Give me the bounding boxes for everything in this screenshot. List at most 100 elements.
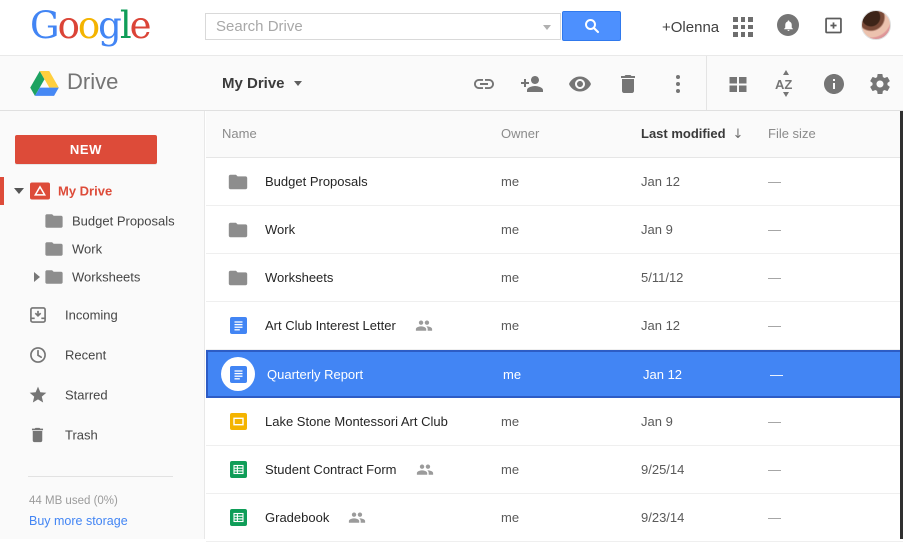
sidebar-item-trash[interactable]: Trash — [0, 421, 205, 449]
buy-more-storage-link[interactable]: Buy more storage — [29, 514, 128, 528]
chevron-down-icon — [294, 81, 302, 86]
size-cell: — — [768, 302, 781, 349]
owner-cell: me — [501, 158, 519, 205]
drive-toolbar: Drive My Drive AZ — [0, 56, 903, 111]
account-name[interactable]: +Olenna — [662, 0, 719, 55]
shared-people-icon — [348, 511, 366, 525]
file-name: Art Club Interest Letter — [265, 318, 396, 333]
sort-descending-icon: ↓ — [733, 127, 744, 142]
sidebar-item-label: Incoming — [65, 308, 118, 323]
sidebar-item-budget-proposals[interactable]: Budget Proposals — [0, 207, 205, 235]
incoming-icon — [28, 305, 48, 325]
new-button[interactable]: NEW — [15, 135, 157, 164]
owner-cell: me — [501, 398, 519, 445]
column-header-name[interactable]: Name — [222, 111, 257, 157]
file-icon-wrap — [228, 412, 248, 432]
get-link-icon[interactable] — [472, 72, 496, 96]
sidebar-item-worksheets[interactable]: Worksheets — [0, 263, 205, 291]
logo-letter: e — [130, 4, 150, 47]
trash-icon — [28, 426, 47, 445]
file-row[interactable]: Quarterly Report me Jan 12 — — [206, 350, 903, 398]
delete-trash-icon[interactable] — [616, 72, 640, 96]
modified-cell: 9/25/14 — [641, 446, 684, 493]
column-header-owner[interactable]: Owner — [501, 111, 539, 157]
search-field — [205, 13, 561, 40]
google-slides-icon — [230, 413, 247, 430]
sidebar-item-label: Recent — [65, 348, 106, 363]
settings-gear-icon[interactable] — [868, 72, 892, 96]
bell-icon — [782, 19, 795, 32]
search-button[interactable] — [562, 11, 621, 41]
add-box-icon — [823, 15, 844, 36]
sidebar-item-starred[interactable]: Starred — [0, 381, 205, 409]
google-doc-icon — [230, 366, 247, 383]
drive-logo[interactable] — [30, 71, 59, 96]
sidebar-item-label: Trash — [65, 428, 98, 443]
file-row[interactable]: Budget Proposals me Jan 12 — — [206, 158, 903, 206]
file-name: Gradebook — [265, 510, 329, 525]
file-row[interactable]: Lake Stone Montessori Art Club me Jan 9 … — [206, 398, 903, 446]
file-row[interactable]: Gradebook me 9/23/14 — — [206, 494, 903, 542]
size-cell: — — [768, 398, 781, 445]
file-row[interactable]: Work me Jan 9 — — [206, 206, 903, 254]
folder-icon — [45, 242, 63, 257]
shared-people-icon — [416, 463, 434, 477]
sidebar-item-my-drive[interactable]: My Drive — [0, 177, 205, 205]
size-cell: — — [768, 254, 781, 301]
owner-cell: me — [503, 352, 521, 396]
modified-cell: Jan 12 — [641, 158, 680, 205]
file-icon-wrap — [228, 172, 248, 192]
logo-letter: g — [98, 4, 120, 47]
file-name: Quarterly Report — [267, 367, 363, 382]
recent-clock-icon — [28, 345, 48, 365]
google-sheet-icon — [230, 509, 247, 526]
storage-used-text: 44 MB used (0%) — [29, 495, 118, 507]
sidebar-item-label: My Drive — [58, 184, 112, 199]
expander-down-icon[interactable] — [14, 188, 24, 194]
column-header-last-modified[interactable]: Last modified↓ — [641, 111, 743, 157]
search-input[interactable] — [206, 14, 560, 39]
google-logo[interactable]: Google — [30, 4, 150, 47]
toolbar-divider — [706, 56, 707, 110]
modified-cell: Jan 12 — [641, 302, 680, 349]
file-name: Student Contract Form — [265, 462, 397, 477]
apps-grid-icon[interactable] — [733, 17, 753, 37]
owner-cell: me — [501, 494, 519, 541]
more-options-icon[interactable] — [666, 72, 690, 96]
info-icon[interactable] — [822, 72, 846, 96]
grid-view-icon[interactable] — [726, 72, 750, 96]
search-options-caret-icon[interactable] — [543, 25, 551, 30]
logo-letter: o — [58, 4, 78, 47]
shared-people-icon — [415, 319, 433, 333]
column-header-file-size[interactable]: File size — [768, 111, 816, 157]
sidebar-item-recent[interactable]: Recent — [0, 341, 205, 369]
sidebar: NEW My Drive Budget Proposals Work Works… — [0, 111, 205, 539]
table-rows: Budget Proposals me Jan 12 — Work me Jan… — [206, 158, 903, 542]
file-list: Name Owner Last modified↓ File size Budg… — [206, 111, 903, 539]
sort-az-icon[interactable]: AZ — [774, 72, 798, 96]
avatar[interactable] — [861, 10, 891, 40]
expander-right-icon[interactable] — [34, 272, 40, 282]
file-name: Lake Stone Montessori Art Club — [265, 414, 448, 429]
modified-cell: Jan 9 — [641, 398, 673, 445]
folder-icon — [228, 222, 248, 238]
share-add-button[interactable] — [823, 15, 844, 36]
preview-eye-icon[interactable] — [568, 72, 592, 96]
file-row[interactable]: Worksheets me 5/11/12 — — [206, 254, 903, 302]
sidebar-divider — [28, 476, 173, 477]
file-name: Budget Proposals — [265, 174, 368, 189]
file-icon-wrap — [221, 357, 255, 391]
sidebar-item-incoming[interactable]: Incoming — [0, 301, 205, 329]
size-cell: — — [770, 352, 783, 396]
breadcrumb[interactable]: My Drive — [222, 56, 302, 110]
star-icon — [28, 385, 48, 405]
sidebar-item-work[interactable]: Work — [0, 235, 205, 263]
owner-cell: me — [501, 254, 519, 301]
file-row[interactable]: Art Club Interest Letter me Jan 12 — — [206, 302, 903, 350]
share-person-add-icon[interactable] — [520, 72, 544, 96]
notifications-button[interactable] — [777, 14, 799, 36]
file-row[interactable]: Student Contract Form me 9/25/14 — — [206, 446, 903, 494]
file-icon-wrap — [228, 316, 248, 336]
modified-cell: Jan 12 — [643, 352, 682, 396]
file-icon-wrap — [228, 460, 248, 480]
